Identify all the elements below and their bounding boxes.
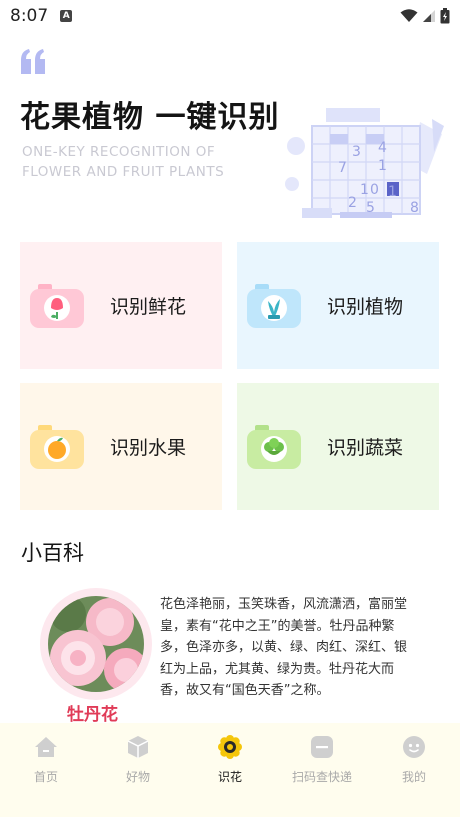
identify-flower-card[interactable]: 识别鲜花	[20, 242, 222, 369]
tab-home[interactable]: 首页	[0, 723, 92, 793]
sudoku-digit: 1	[388, 184, 397, 200]
identify-vegetable-card[interactable]: 识别蔬菜	[237, 383, 439, 510]
sudoku-digit: 7	[338, 160, 347, 176]
tab-label: 识花	[217, 770, 242, 784]
cube-icon	[127, 736, 149, 758]
tab-label: 首页	[33, 770, 58, 784]
sudoku-digit: 4	[378, 140, 387, 156]
plant-camera-icon	[247, 284, 301, 328]
sudoku-illustration: 3 4 7 1 1 0 2 5 1 8	[285, 108, 444, 218]
card-label: 识别水果	[110, 437, 187, 459]
identify-plant-card[interactable]: 识别植物	[237, 242, 439, 369]
flower-camera-icon	[30, 284, 84, 328]
sudoku-digit: 2	[348, 195, 357, 211]
battery-icon	[440, 8, 450, 24]
wifi-icon	[400, 9, 418, 22]
signal-icon	[423, 10, 435, 22]
peony-description: 花色泽艳丽，玉笑珠香，风流潇洒，富丽堂皇，素有“花中之王”的美誉。牡丹品种繁多，…	[160, 597, 408, 699]
sudoku-digit: 0	[370, 182, 379, 198]
status-time: 8:07	[10, 6, 49, 26]
status-bar: 8:07 A	[0, 0, 460, 32]
sudoku-digit: 1	[360, 182, 369, 198]
card-label: 识别鲜花	[110, 296, 187, 318]
sudoku-digit: 3	[352, 144, 361, 160]
tab-profile[interactable]: 我的	[368, 723, 460, 793]
bottom-tab-bar: 首页 好物 识花 扫码查快递 我的	[0, 723, 460, 817]
card-label: 识别蔬菜	[327, 437, 404, 459]
tab-scan-express[interactable]: 扫码查快递	[276, 723, 368, 793]
quote-icon	[21, 49, 45, 74]
profile-icon	[403, 736, 425, 758]
scan-icon	[311, 736, 333, 758]
peony-photo	[48, 596, 144, 692]
page-title: 花果植物 一键识别	[20, 100, 280, 135]
home-icon	[35, 737, 57, 757]
identify-fruit-card[interactable]: 识别水果	[20, 383, 222, 510]
sudoku-digit: 5	[366, 200, 375, 216]
flower-icon	[218, 735, 242, 759]
tab-label: 我的	[401, 770, 426, 784]
sudoku-digit: 1	[378, 158, 387, 174]
sudoku-digit: 8	[410, 200, 419, 216]
tab-identify-flower[interactable]: 识花	[184, 723, 276, 793]
peony-image[interactable]	[40, 588, 152, 700]
section-title: 小百科	[21, 541, 84, 565]
peony-name: 牡丹花	[67, 705, 118, 725]
card-label: 识别植物	[327, 296, 404, 318]
fruit-camera-icon	[30, 425, 84, 469]
tab-label: 好物	[125, 770, 150, 784]
page-subtitle: ONE-KEY RECOGNITION OF FLOWER AND FRUIT …	[22, 144, 225, 180]
notification-icon: A	[60, 10, 73, 22]
vegetable-camera-icon	[247, 425, 301, 469]
tab-label: 扫码查快递	[291, 770, 352, 784]
status-indicators	[400, 8, 450, 24]
tab-goods[interactable]: 好物	[92, 723, 184, 793]
